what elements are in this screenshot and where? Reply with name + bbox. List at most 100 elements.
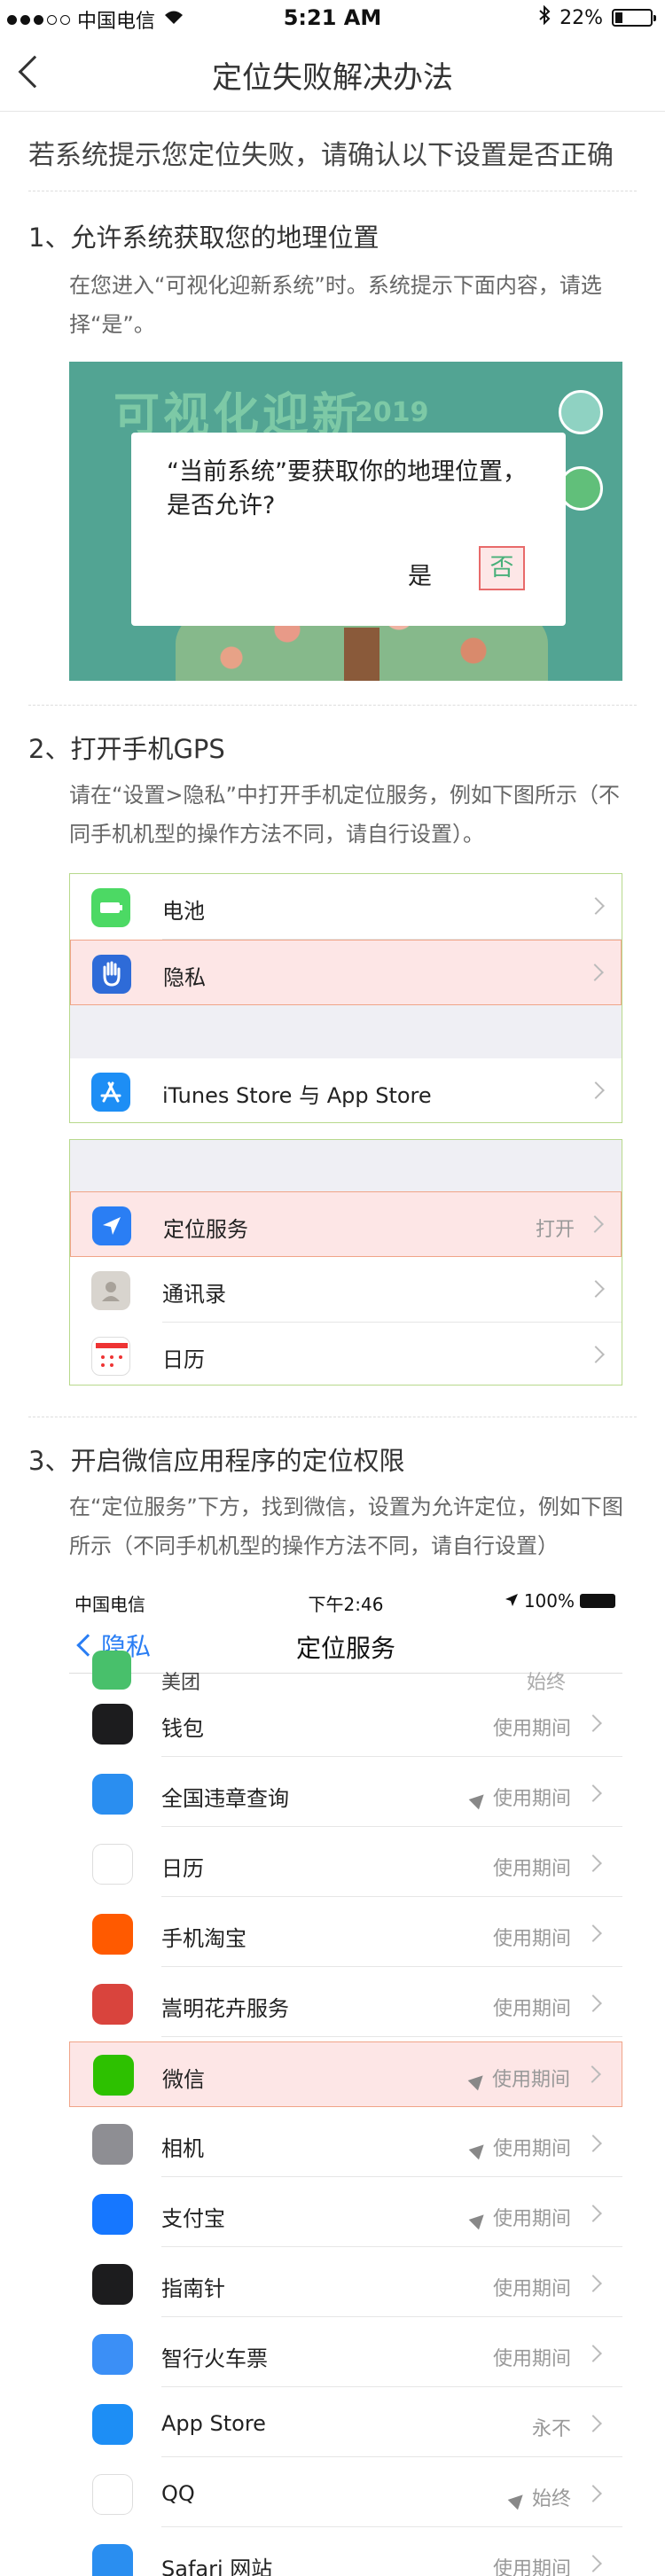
location-arrow-icon: [468, 1789, 489, 1810]
row-value-text: 使用期间: [492, 2138, 571, 2160]
chevron-right-icon: [584, 1784, 602, 1802]
app-row[interactable]: QQ 始终: [69, 2462, 622, 2527]
traffic-icon: [92, 1774, 133, 1815]
wallet-icon: [92, 1704, 133, 1745]
qq-icon: [92, 2474, 133, 2515]
chevron-right-icon: [587, 897, 605, 915]
app-row[interactable]: Safari 网站 使用期间: [69, 2532, 622, 2576]
chevron-right-icon: [586, 1215, 604, 1233]
row-label: 日历: [161, 1856, 204, 1881]
chevron-right-icon: [584, 2555, 602, 2572]
app-row[interactable]: 手机淘宝 使用期间: [69, 1901, 622, 1967]
wechat-icon: [93, 2055, 134, 2096]
row-label: App Store: [161, 2411, 266, 2436]
row-value: 使用期间: [467, 2064, 570, 2092]
section3-desc: 在“定位服务”下方，找到微信，设置为允许定位，例如下图所示（不同手机机型的操作方…: [69, 1495, 623, 1558]
row-value-text: 使用期间: [492, 1928, 571, 1950]
row-label: 指南针: [161, 2276, 225, 2301]
intro-text: 若系统提示您定位失败，请确认以下设置是否正确: [28, 140, 614, 171]
battery-icon: [612, 9, 656, 27]
bluetooth-icon: [538, 4, 551, 30]
location-arrow-icon: [467, 2070, 489, 2091]
row-value-text: 使用期间: [492, 2278, 571, 2300]
appstore-icon: [91, 1073, 130, 1112]
row-label: 钱包: [161, 1716, 204, 1741]
row-value: 使用期间: [493, 2273, 571, 2301]
app-row[interactable]: 相机 使用期间: [69, 2112, 622, 2177]
row-label: iTunes Store 与 App Store: [162, 1083, 432, 1108]
calendar-icon: [91, 1337, 130, 1376]
row-label: 手机淘宝: [161, 1926, 246, 1951]
status-right: 22%: [538, 4, 656, 30]
permission-dialog: “当前系统”要获取你的地理位置，是否允许? 是 否: [131, 433, 566, 626]
appstore-icon: [92, 2404, 133, 2445]
row-label: 日历: [162, 1347, 205, 1372]
app-row[interactable]: 日历 使用期间: [69, 1831, 622, 1897]
app-row[interactable]: App Store 永不: [69, 2392, 622, 2457]
section2-title: 2、打开手机GPS: [28, 734, 225, 764]
app-row[interactable]: 钱包 使用期间: [69, 1691, 622, 1757]
settings-group-2: 定位服务 打开 通讯录 日历: [69, 1139, 622, 1386]
battery-icon: [580, 1594, 615, 1608]
row-label: 相机: [161, 2136, 204, 2161]
settings-row-calendar[interactable]: 日历: [70, 1323, 622, 1388]
settings-row-appstore[interactable]: iTunes Store 与 App Store: [70, 1058, 622, 1124]
settings-row-privacy[interactable]: 隐私: [70, 940, 622, 1005]
row-value: 使用期间: [493, 1993, 571, 2021]
row-label: 定位服务: [163, 1217, 248, 1242]
settings-row-location[interactable]: 定位服务 打开: [70, 1191, 622, 1257]
chevron-right-icon: [584, 2275, 602, 2292]
location-arrow-icon: [92, 1206, 131, 1245]
phone-status-bar: 中国电信 下午2:46 100%: [69, 1587, 622, 1617]
app-row[interactable]: 全国违章查询 使用期间: [69, 1761, 622, 1827]
section3-title: 3、开启微信应用程序的定位权限: [28, 1446, 405, 1476]
chevron-right-icon: [587, 1346, 605, 1363]
dialog-yes-button[interactable]: 是: [408, 557, 432, 591]
dialog-no-button[interactable]: 否: [479, 546, 525, 590]
group-gap: [70, 1005, 622, 1058]
chevron-right-icon: [584, 2135, 602, 2152]
row-value: 使用期间: [493, 1713, 571, 1741]
app-row[interactable]: 智行火车票 使用期间: [69, 2322, 622, 2387]
location-arrow-icon: [468, 2139, 489, 2160]
flower-icon: [92, 1984, 133, 2025]
app-row[interactable]: 支付宝 使用期间: [69, 2182, 622, 2247]
row-label: 微信: [162, 2067, 205, 2092]
row-value: 永不: [532, 2413, 571, 2441]
group-gap: [70, 1140, 622, 1191]
chevron-right-icon: [584, 1994, 602, 2012]
phone-battery-percent: 100%: [523, 1590, 575, 1612]
row-value-text: 永不: [531, 2418, 571, 2440]
tree-trunk: [344, 628, 379, 681]
settings-row-battery[interactable]: 电池: [70, 874, 622, 940]
row-label: 隐私: [163, 965, 206, 990]
row-value-text: 使用期间: [492, 1858, 571, 1880]
app-row[interactable]: 嵩明花卉服务 使用期间: [69, 1971, 622, 2037]
camera-icon: [92, 2124, 133, 2165]
row-label: 通讯录: [162, 1282, 226, 1307]
settings-row-contacts[interactable]: 通讯录: [70, 1257, 622, 1323]
section2-desc: 请在“设置>隐私”中打开手机定位服务，例如下图所示（不同手机机型的操作方法不同，…: [69, 783, 620, 847]
row-value-text: 使用期间: [492, 2348, 571, 2370]
phone-nav-title: 定位服务: [295, 1634, 395, 1663]
row-value-text: 使用期间: [492, 2208, 571, 2230]
row-value-text: 使用期间: [492, 1788, 571, 1810]
train-icon: [92, 2334, 133, 2375]
app-row[interactable]: 指南针 使用期间: [69, 2252, 622, 2317]
row-value-text: 使用期间: [492, 1718, 571, 1740]
calendar-icon: [92, 1844, 133, 1885]
chevron-right-icon: [584, 1924, 602, 1942]
row-label: 电池: [162, 899, 205, 924]
section1-title: 1、允许系统获取您的地理位置: [28, 222, 379, 253]
chevron-right-icon: [584, 2415, 602, 2432]
alipay-icon: [92, 2194, 133, 2235]
row-value: 使用期间: [493, 1923, 571, 1951]
row-value: 使用期间: [468, 2203, 571, 2231]
section3-screenshot: 中国电信 下午2:46 100% 隐私 定位服务 美团 始终 钱包 使用期间 全国违…: [69, 1587, 622, 2576]
chevron-right-icon: [584, 2485, 602, 2502]
image-badge-icon: [559, 390, 603, 434]
settings-group-1: 电池 隐私 iTunes Store 与 App Store: [69, 873, 622, 1123]
chevron-right-icon: [584, 2205, 602, 2222]
battery-percent: 22%: [559, 6, 603, 29]
app-row[interactable]: 微信 使用期间: [69, 2041, 622, 2107]
